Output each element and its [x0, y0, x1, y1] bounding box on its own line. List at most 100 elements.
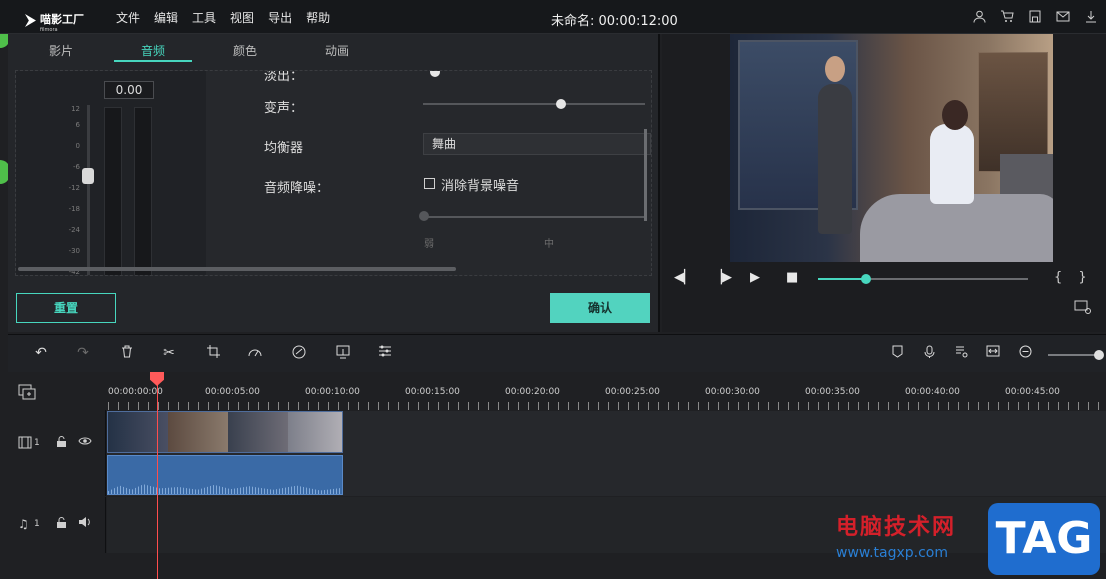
tab-video[interactable]: 影片 — [22, 34, 100, 64]
audio-mixer-icon[interactable] — [952, 345, 970, 362]
download-icon[interactable] — [1084, 9, 1098, 23]
volume-scale: 12 6 0 -6 -12 -18 -24 -30 -42 — [60, 105, 80, 275]
video-clip[interactable] — [107, 411, 343, 453]
video-track-header: 1 — [8, 410, 106, 496]
denoise-checkbox[interactable] — [424, 178, 435, 189]
adjust-icon[interactable] — [376, 345, 394, 361]
speaker-icon[interactable] — [78, 516, 92, 531]
mail-icon[interactable] — [1056, 9, 1070, 23]
mark-in-out-icon[interactable]: { } — [1054, 270, 1093, 285]
project-title: 未命名: 00:00:12:00 — [551, 14, 678, 29]
lock-icon[interactable] — [56, 517, 67, 532]
snapshot-settings-icon[interactable] — [1074, 300, 1092, 317]
clip-thumbnail — [108, 412, 168, 452]
menu-bar: 文件 编辑 工具 视图 导出 帮助 — [116, 9, 330, 26]
audio-settings: 0.00 12 6 0 -6 -12 -18 -24 -30 -42 淡出： 变… — [15, 70, 652, 276]
voice-change-slider[interactable] — [423, 103, 645, 105]
volume-slider-track[interactable] — [87, 105, 90, 275]
fade-out-slider-knob[interactable] — [430, 71, 440, 77]
scale-label: -24 — [68, 226, 80, 234]
vertical-scrollbar[interactable] — [644, 129, 647, 221]
scale-label: -30 — [68, 247, 80, 255]
eye-icon[interactable] — [78, 435, 92, 449]
zoom-out-icon[interactable] — [1016, 345, 1034, 362]
attached-audio-clip[interactable] — [107, 455, 343, 495]
preview-panel: ◀▏ ▕▶ ▶ ■ { } — [662, 34, 1106, 332]
menu-file[interactable]: 文件 — [116, 9, 140, 26]
marker-icon[interactable] — [888, 345, 906, 362]
tab-audio[interactable]: 音频 — [114, 34, 192, 62]
prev-frame-icon[interactable]: ◀▏ — [674, 270, 694, 285]
timeline-ruler[interactable]: 00:00:00:00 00:00:05:00 00:00:10:00 00:0… — [108, 372, 1106, 410]
playback-progress-knob[interactable] — [861, 274, 872, 284]
title-bar: 喵影工厂 filmora 文件 编辑 工具 视图 导出 帮助 未命名: 00:0… — [0, 0, 1106, 34]
menu-tools[interactable]: 工具 — [192, 9, 216, 26]
top-icons — [972, 9, 1098, 23]
cut-icon[interactable]: ✂ — [160, 345, 178, 361]
microphone-icon[interactable] — [920, 345, 938, 363]
greenscreen-icon[interactable] — [334, 345, 352, 363]
timeline-toolbar: ↶ ↷ ✂ — [8, 334, 1106, 372]
app-logo: 喵影工厂 filmora — [25, 8, 84, 33]
menu-view[interactable]: 视图 — [230, 9, 254, 26]
audio-track-header: ♫ 1 — [8, 497, 106, 553]
denoise-mid-label: 中 — [544, 239, 554, 250]
playhead-line[interactable] — [157, 372, 158, 579]
clip-thumbnail — [288, 412, 342, 452]
zoom-slider-knob[interactable] — [1094, 350, 1104, 360]
next-frame-icon[interactable]: ▕▶ — [712, 270, 732, 285]
zoom-slider-track[interactable] — [1048, 354, 1100, 356]
music-note-icon: ♫ — [18, 517, 29, 531]
app-window: 喵影工厂 filmora 文件 编辑 工具 视图 导出 帮助 未命名: 00:0… — [0, 0, 1106, 579]
color-icon[interactable] — [290, 345, 308, 363]
ruler-tick-label: 00:00:15:00 — [405, 387, 460, 397]
menu-export[interactable]: 导出 — [268, 9, 292, 26]
crop-icon[interactable] — [204, 345, 222, 362]
save-icon[interactable] — [1028, 9, 1042, 23]
clip-thumbnail — [168, 412, 228, 452]
denoise-checkbox-label[interactable]: 消除背景噪音 — [441, 175, 519, 194]
equalizer-select[interactable]: 舞曲 — [423, 133, 651, 155]
undo-icon[interactable]: ↶ — [32, 345, 50, 361]
equalizer-label: 均衡器 — [264, 141, 304, 156]
ruler-ticks — [108, 402, 1106, 410]
audio-track-number: 1 — [34, 519, 40, 529]
video-track-number: 1 — [34, 438, 40, 448]
denoise-level-knob[interactable] — [419, 211, 429, 221]
video-track-icon — [18, 436, 32, 452]
scale-label: 6 — [75, 121, 80, 129]
menu-help[interactable]: 帮助 — [306, 9, 330, 26]
watermark-tag-logo: TAG — [988, 503, 1100, 575]
volume-slider-knob[interactable] — [82, 168, 94, 184]
horizontal-scrollbar[interactable] — [18, 267, 456, 271]
volume-value-input[interactable]: 0.00 — [104, 81, 154, 99]
cart-icon[interactable] — [1000, 9, 1014, 23]
denoise-level-slider[interactable] — [423, 216, 645, 218]
fade-out-label: 淡出： — [264, 70, 304, 84]
watermark-url: www.tagxp.com — [836, 545, 948, 561]
play-icon[interactable]: ▶ — [750, 270, 760, 285]
ruler-tick-label: 00:00:45:00 — [1005, 387, 1060, 397]
video-preview[interactable] — [730, 34, 1053, 262]
redo-icon[interactable]: ↷ — [74, 345, 92, 361]
tab-color[interactable]: 颜色 — [206, 34, 284, 64]
lock-icon[interactable] — [56, 436, 67, 451]
menu-edit[interactable]: 编辑 — [154, 9, 178, 26]
denoise-label: 音频降噪： — [264, 181, 330, 196]
playback-progress-fill — [818, 278, 867, 280]
edit-panel: 影片 音频 颜色 动画 0.00 12 6 0 -6 -12 -18 -24 -… — [8, 34, 660, 332]
fit-timeline-icon[interactable] — [984, 345, 1002, 361]
speed-icon[interactable] — [246, 345, 264, 361]
scene-bed — [860, 194, 1053, 262]
user-icon[interactable] — [972, 9, 986, 23]
confirm-button[interactable]: 确认 — [550, 293, 650, 323]
tab-animation[interactable]: 动画 — [298, 34, 376, 64]
add-track-icon[interactable] — [18, 384, 36, 404]
timeline-ruler-row: 00:00:00:00 00:00:05:00 00:00:10:00 00:0… — [8, 372, 1106, 410]
voice-change-slider-knob[interactable] — [555, 99, 566, 109]
stop-icon[interactable]: ■ — [786, 270, 798, 285]
ruler-tick-label: 00:00:40:00 — [905, 387, 960, 397]
video-track[interactable] — [107, 411, 1106, 496]
reset-button[interactable]: 重置 — [16, 293, 116, 323]
delete-icon[interactable] — [118, 345, 136, 362]
